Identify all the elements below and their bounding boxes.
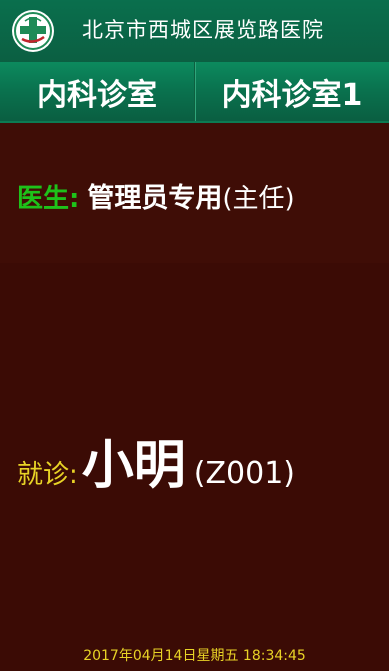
patient-name: 小明	[81, 436, 186, 496]
datetime-footer: 2017年04月14日星期五 18:34:45	[83, 648, 306, 664]
visit-row: 就诊: 小明 (Z001)	[17, 423, 295, 498]
patient-code: (Z001)	[193, 456, 296, 491]
hospital-name: 北京市西城区展览路医院	[82, 18, 324, 42]
room-label-left: 内科诊室	[0, 62, 195, 121]
room-bar: 内科诊室 内科诊室1	[0, 62, 389, 123]
doctor-label: 医生:	[17, 184, 80, 214]
visit-label: 就诊:	[17, 460, 78, 490]
doctor-name: 管理员专用	[87, 183, 223, 214]
app-header: 北京市西城区展览路医院	[0, 0, 389, 62]
doctor-row: 医生: 管理员专用(主任)	[17, 176, 295, 215]
hospital-logo-icon	[12, 10, 54, 52]
doctor-title: (主任)	[222, 184, 295, 214]
room-label-right: 内科诊室1	[221, 77, 363, 113]
